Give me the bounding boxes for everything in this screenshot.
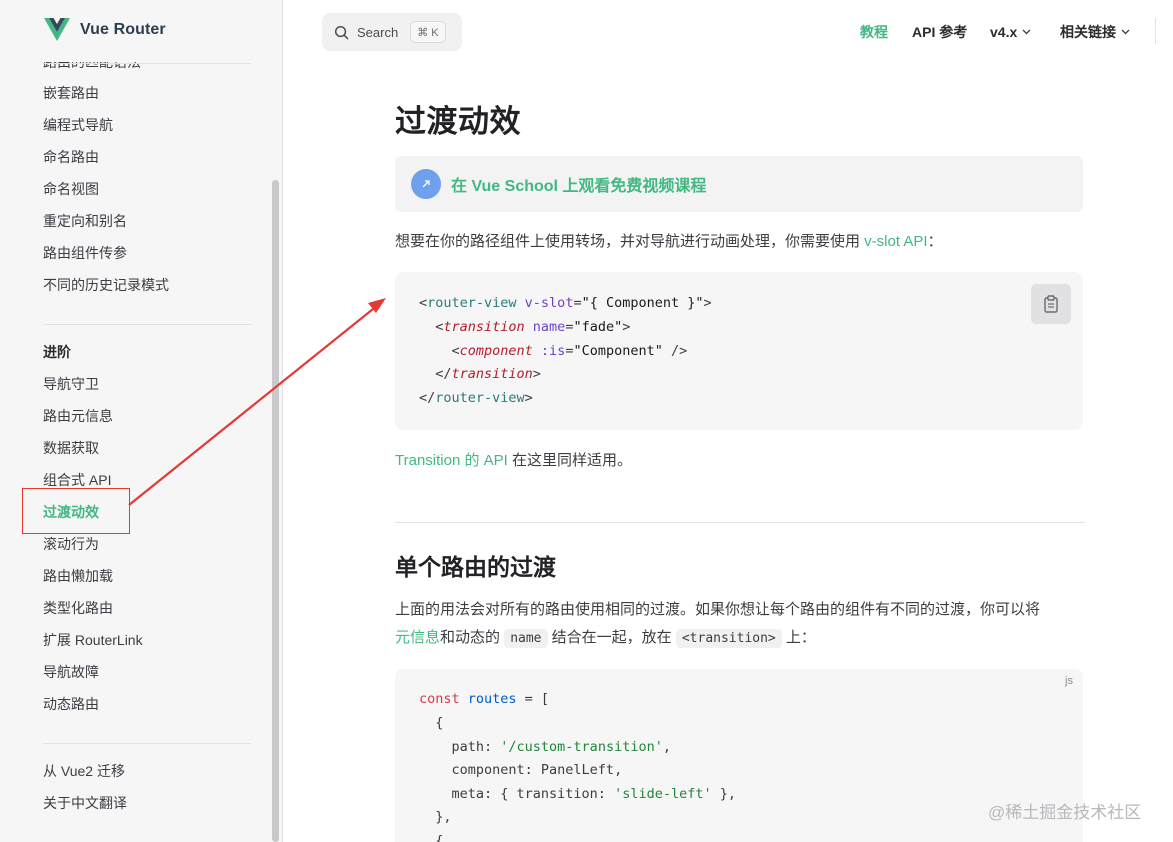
code-line: { <box>419 833 444 842</box>
code-line: meta: { transition: 'slide-left' }, <box>419 786 737 802</box>
watermark: @稀土掘金技术社区 <box>988 803 1142 822</box>
vue-school-banner[interactable]: 在 Vue School 上观看免费视频课程 <box>395 156 1083 212</box>
route-meta-link[interactable]: 元信息 <box>395 629 440 646</box>
nav-api-label: API 参考 <box>912 24 968 40</box>
nav-links-label: 相关链接 <box>1060 24 1116 40</box>
sidebar-item-dynamic-routing[interactable]: 动态路由 <box>43 694 99 714</box>
sidebar-item-scroll-behavior[interactable]: 滚动行为 <box>43 534 99 554</box>
brand-divider <box>43 63 251 64</box>
search-shortcut: ⌘ K <box>410 21 446 43</box>
intro-suffix: ： <box>927 233 943 250</box>
sidebar-border <box>282 0 283 842</box>
code-line: { <box>419 715 444 731</box>
chevron-down-icon <box>1121 27 1130 37</box>
sidebar-item-passing-props[interactable]: 路由组件传参 <box>43 243 127 263</box>
vue-school-link[interactable]: 在 Vue School 上观看免费视频课程 <box>451 172 706 196</box>
sidebar-item-migration[interactable]: 从 Vue2 迁移 <box>43 761 125 781</box>
sidebar-item-navigation-guards[interactable]: 导航守卫 <box>43 374 99 394</box>
code-line: </router-view> <box>419 390 533 406</box>
code-line: const routes = [ <box>419 691 550 707</box>
page-title: 过渡动效 <box>395 104 521 139</box>
intro-text: 想要在你的路径组件上使用转场，并对导航进行动画处理，你需要使用 <box>395 233 865 250</box>
code-line: <component :is="Component" /> <box>419 343 688 359</box>
search-icon <box>334 25 349 39</box>
code-line: <router-view v-slot="{ Component }"> <box>419 295 712 311</box>
code-line: }, <box>419 809 452 825</box>
sidebar-item-redirect-alias[interactable]: 重定向和别名 <box>43 211 127 231</box>
sidebar-item-navigation-failures[interactable]: 导航故障 <box>43 662 99 682</box>
nav-links-dropdown[interactable]: 相关链接 <box>1060 22 1130 42</box>
sidebar-divider <box>43 743 251 744</box>
content-divider <box>395 522 1085 523</box>
sidebar-scrollbar-thumb[interactable] <box>272 180 279 842</box>
intro-paragraph: 想要在你的路径组件上使用转场，并对导航进行动画处理，你需要使用 v-slot A… <box>395 228 943 256</box>
v-slot-api-link[interactable]: v-slot API <box>864 233 927 250</box>
nav-guide-label: 教程 <box>860 24 888 40</box>
transition-suffix: 在这里同样适用。 <box>507 452 632 469</box>
sidebar-item-programmatic-navigation[interactable]: 编程式导航 <box>43 115 113 135</box>
transition-api-paragraph: Transition 的 API 在这里同样适用。 <box>395 447 632 475</box>
play-icon <box>411 169 441 199</box>
sidebar-item-extending-routerlink[interactable]: 扩展 RouterLink <box>43 630 143 650</box>
code-block-router-view: <router-view v-slot="{ Component }"> <tr… <box>395 272 1083 430</box>
search-button[interactable]: Search ⌘ K <box>322 13 462 51</box>
sidebar-item-data-fetching[interactable]: 数据获取 <box>43 438 99 458</box>
code-line: <transition name="fade"> <box>419 319 631 335</box>
code-block-routes: js const routes = [ { path: '/custom-tra… <box>395 669 1083 842</box>
topbar-divider <box>1155 18 1156 44</box>
transition-api-link[interactable]: Transition 的 API <box>395 452 508 469</box>
copy-code-button[interactable] <box>1031 284 1071 324</box>
section-paragraph-line-1: 上面的用法会对所有的路由使用相同的过渡。如果你想让每个路由的组件有不同的过渡，你… <box>395 601 1041 618</box>
code-line: path: '/custom-transition', <box>419 739 671 755</box>
code-line: </transition> <box>419 366 541 382</box>
vue-logo-icon <box>44 18 70 41</box>
section-paragraph-line-2: 元信息和动态的 name 结合在一起，放在 <transition> 上： <box>395 629 816 648</box>
sidebar-item-typed-routes[interactable]: 类型化路由 <box>43 598 113 618</box>
sidebar-item-history-mode[interactable]: 不同的历史记录模式 <box>43 275 169 295</box>
sidebar-group-title: 进阶 <box>43 344 71 360</box>
nav-version-label: v4.x <box>990 24 1018 40</box>
sidebar-item-named-views[interactable]: 命名视图 <box>43 179 99 199</box>
sidebar-item-route-meta[interactable]: 路由元信息 <box>43 406 113 426</box>
sidebar-item-named-routes[interactable]: 命名路由 <box>43 147 99 167</box>
clipboard-icon <box>1044 295 1058 313</box>
sidebar-item-translation[interactable]: 关于中文翻译 <box>43 793 127 813</box>
sidebar-item-composition-api[interactable]: 组合式 API <box>43 470 111 490</box>
inline-code-transition: <transition> <box>675 629 782 648</box>
nav-api[interactable]: API 参考 <box>912 22 967 42</box>
sidebar: Vue Router 路由的匹配语法 嵌套路由 编程式导航 命名路由 命名视图 … <box>0 0 282 842</box>
code-lang-label: js <box>1065 675 1073 687</box>
search-label: Search <box>357 24 399 40</box>
nav-guide[interactable]: 教程 <box>860 22 888 42</box>
sidebar-item-nested-routes[interactable]: 嵌套路由 <box>43 83 99 103</box>
sidebar-divider <box>43 324 251 325</box>
chevron-down-icon <box>1022 27 1031 37</box>
sidebar-item-route-matching[interactable]: 路由的匹配语法 <box>43 62 141 72</box>
brand-name: Vue Router <box>80 21 166 38</box>
code-line: component: PanelLeft, <box>419 762 623 778</box>
brand-link[interactable]: Vue Router <box>44 18 166 42</box>
section-title: 单个路由的过渡 <box>395 554 556 580</box>
inline-code-name: name <box>504 629 548 648</box>
nav-version-dropdown[interactable]: v4.x <box>990 22 1031 42</box>
sidebar-item-lazy-loading[interactable]: 路由懒加载 <box>43 566 113 586</box>
annotation-highlight-box <box>22 488 130 534</box>
